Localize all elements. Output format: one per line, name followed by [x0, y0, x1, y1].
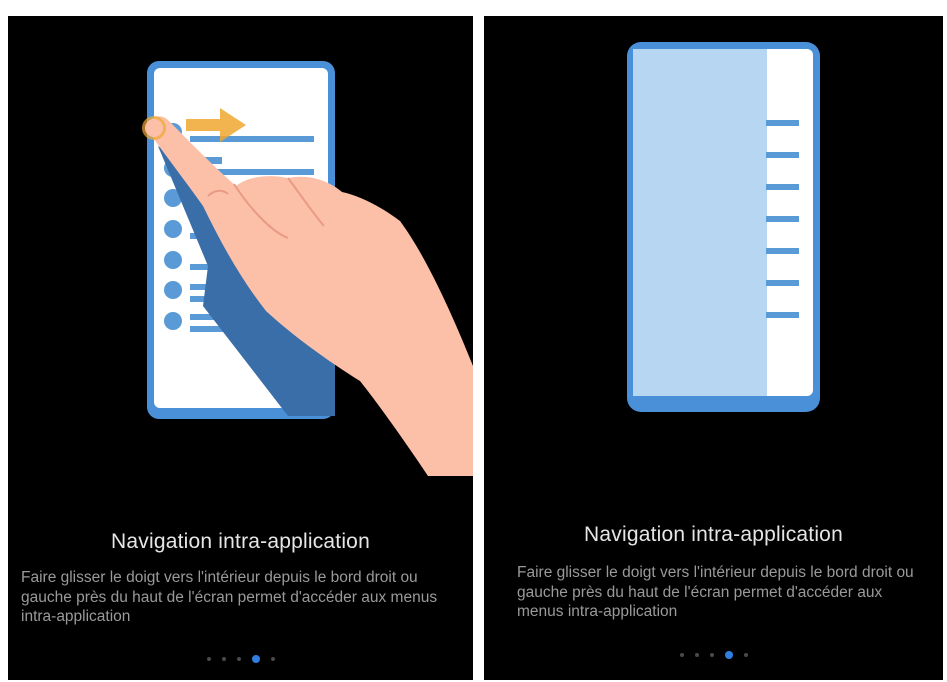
page-dot[interactable]	[709, 653, 714, 657]
onboarding-screen-left: Navigation intra-application Faire gliss…	[8, 16, 473, 680]
page-dot-active[interactable]	[724, 651, 733, 659]
screen-title: Navigation intra-application	[584, 523, 843, 546]
page-dot[interactable]	[679, 653, 684, 657]
page-dot[interactable]	[743, 653, 748, 657]
swipe-gesture-illustration	[142, 61, 473, 476]
screen-title: Navigation intra-application	[111, 530, 370, 553]
page-dot-active[interactable]	[251, 655, 260, 663]
onboarding-screen-right: Navigation intra-application Faire gliss…	[484, 16, 943, 680]
page-dot[interactable]	[236, 657, 241, 661]
page-dot[interactable]	[694, 653, 699, 657]
page-indicator[interactable]	[8, 655, 473, 663]
side-menu-illustration	[627, 42, 820, 412]
page-indicator[interactable]	[484, 651, 943, 659]
side-menu-panel	[633, 49, 767, 396]
screen-description: Faire glisser le doigt vers l'intérieur …	[21, 569, 438, 625]
screen-description: Faire glisser le doigt vers l'intérieur …	[517, 564, 914, 620]
page-dot[interactable]	[270, 657, 275, 661]
page-dot[interactable]	[221, 657, 226, 661]
page-dot[interactable]	[206, 657, 211, 661]
